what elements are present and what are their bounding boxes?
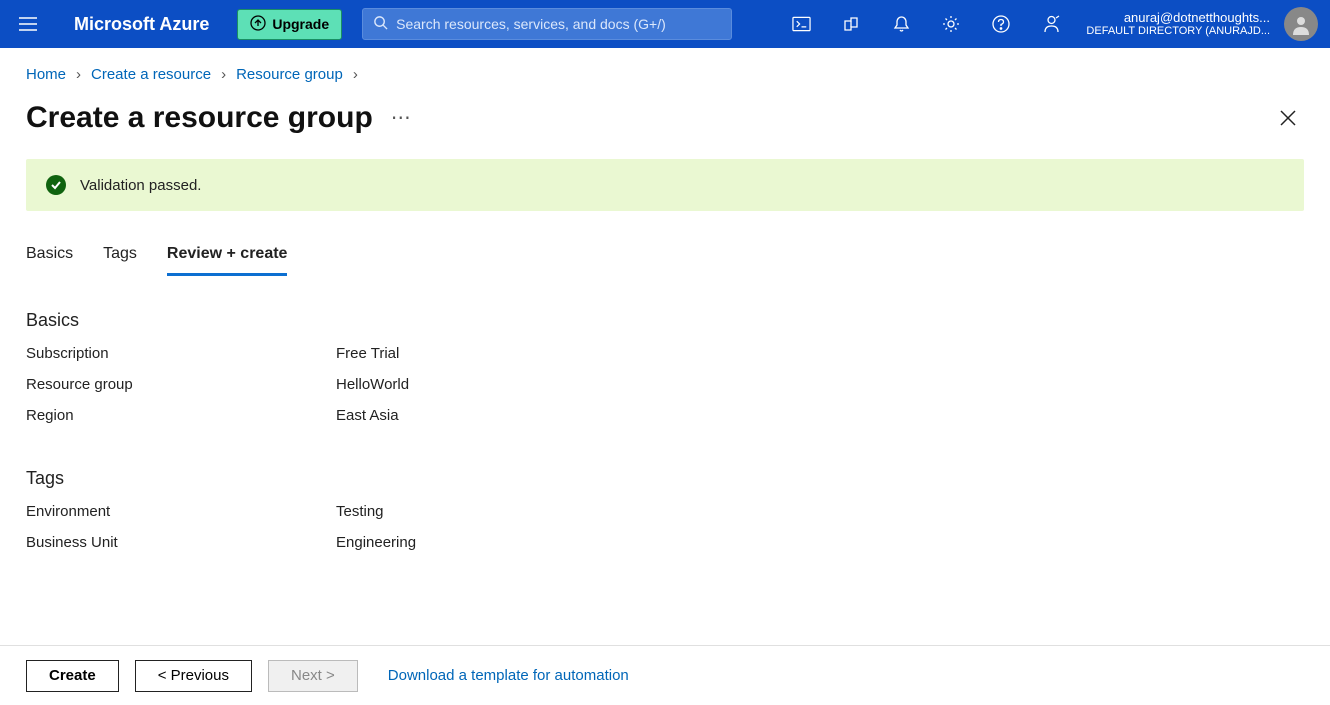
- kv-business-unit: Business Unit Engineering: [26, 534, 1304, 551]
- section-tags-title: Tags: [26, 468, 1304, 489]
- upgrade-label: Upgrade: [272, 16, 329, 32]
- top-icons: anuraj@dotnetthoughts... DEFAULT DIRECTO…: [778, 0, 1318, 48]
- account-block[interactable]: anuraj@dotnetthoughts... DEFAULT DIRECTO…: [1086, 10, 1270, 39]
- check-circle-icon: [46, 175, 66, 195]
- account-directory: DEFAULT DIRECTORY (ANURAJD...: [1086, 25, 1270, 38]
- page-title: Create a resource group: [26, 101, 373, 135]
- chevron-right-icon: ›: [221, 66, 226, 83]
- kv-value: Testing: [336, 503, 384, 520]
- breadcrumb-home[interactable]: Home: [26, 66, 66, 83]
- kv-subscription: Subscription Free Trial: [26, 345, 1304, 362]
- chevron-right-icon: ›: [76, 66, 81, 83]
- breadcrumb-resource-group[interactable]: Resource group: [236, 66, 343, 83]
- search-input[interactable]: [362, 8, 732, 40]
- tab-review-create[interactable]: Review + create: [167, 245, 288, 276]
- kv-value: Engineering: [336, 534, 416, 551]
- footer-bar: Create < Previous Next > Download a temp…: [0, 645, 1330, 705]
- tab-basics[interactable]: Basics: [26, 245, 73, 276]
- kv-key: Environment: [26, 503, 336, 520]
- content-area: Home › Create a resource › Resource grou…: [0, 48, 1330, 645]
- brand-label[interactable]: Microsoft Azure: [74, 14, 209, 35]
- breadcrumb: Home › Create a resource › Resource grou…: [26, 66, 1304, 83]
- more-icon[interactable]: ⋯: [391, 108, 413, 128]
- account-email: anuraj@dotnetthoughts...: [1124, 10, 1270, 26]
- title-row: Create a resource group ⋯: [26, 101, 1304, 135]
- settings-icon[interactable]: [928, 0, 974, 48]
- breadcrumb-create-resource[interactable]: Create a resource: [91, 66, 211, 83]
- avatar[interactable]: [1284, 7, 1318, 41]
- help-icon[interactable]: [978, 0, 1024, 48]
- upgrade-button[interactable]: Upgrade: [237, 9, 342, 40]
- kv-key: Business Unit: [26, 534, 336, 551]
- search-icon: [373, 15, 388, 33]
- previous-button[interactable]: < Previous: [135, 660, 252, 692]
- kv-resource-group: Resource group HelloWorld: [26, 376, 1304, 393]
- download-template-link[interactable]: Download a template for automation: [388, 667, 629, 684]
- chevron-right-icon: ›: [353, 66, 358, 83]
- feedback-icon[interactable]: [1028, 0, 1074, 48]
- create-button[interactable]: Create: [26, 660, 119, 692]
- top-bar: Microsoft Azure Upgrade anura: [0, 0, 1330, 48]
- cloud-shell-icon[interactable]: [778, 0, 824, 48]
- kv-value: Free Trial: [336, 345, 399, 362]
- upgrade-icon: [250, 15, 266, 34]
- close-icon[interactable]: [1272, 102, 1304, 134]
- kv-value: East Asia: [336, 407, 399, 424]
- section-basics-title: Basics: [26, 310, 1304, 331]
- tabs: Basics Tags Review + create: [26, 245, 1304, 276]
- kv-region: Region East Asia: [26, 407, 1304, 424]
- next-button: Next >: [268, 660, 358, 692]
- directories-icon[interactable]: [828, 0, 874, 48]
- menu-icon[interactable]: [12, 8, 44, 40]
- kv-value: HelloWorld: [336, 376, 409, 393]
- notifications-icon[interactable]: [878, 0, 924, 48]
- kv-environment: Environment Testing: [26, 503, 1304, 520]
- search-field[interactable]: [396, 16, 721, 32]
- kv-key: Region: [26, 407, 336, 424]
- validation-message: Validation passed.: [80, 177, 201, 194]
- tab-tags[interactable]: Tags: [103, 245, 137, 276]
- kv-key: Resource group: [26, 376, 336, 393]
- validation-banner: Validation passed.: [26, 159, 1304, 211]
- kv-key: Subscription: [26, 345, 336, 362]
